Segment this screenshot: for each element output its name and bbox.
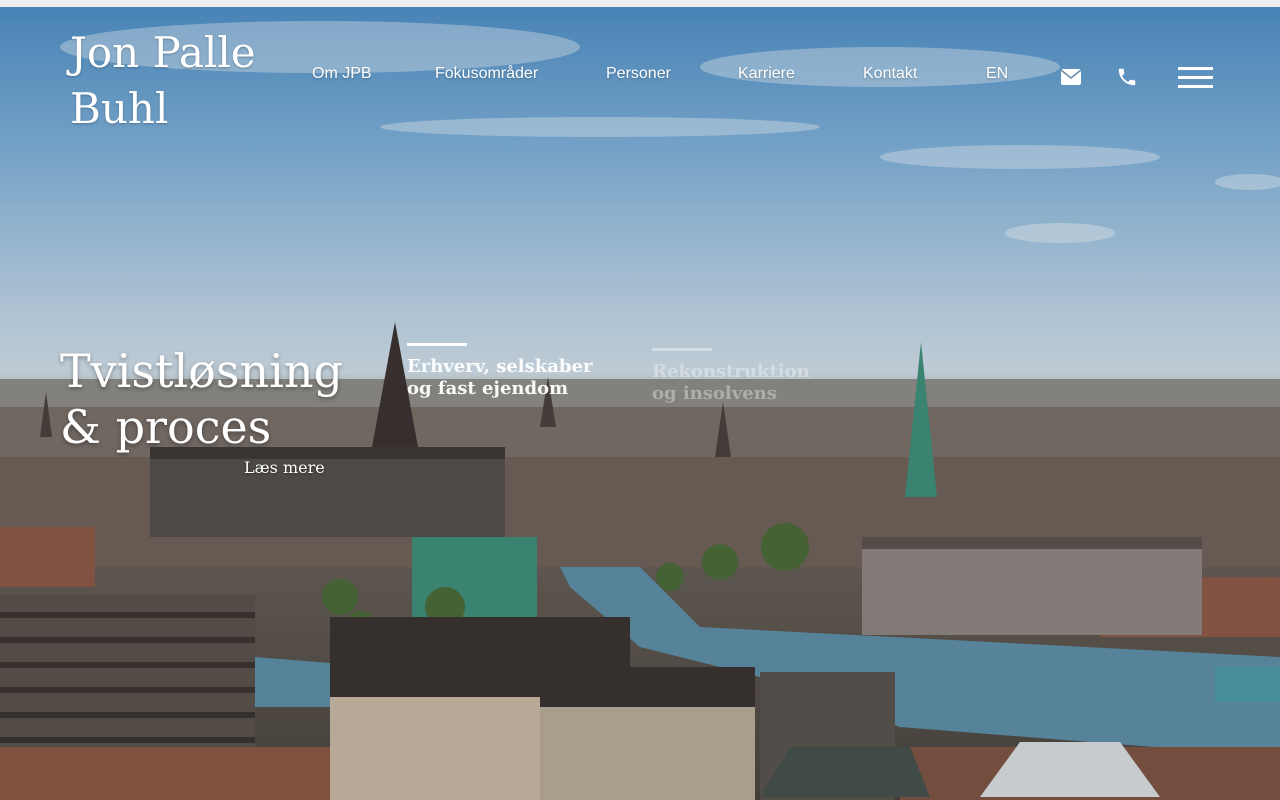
site-logo[interactable]: Jon Palle Buhl [70,25,290,137]
nav-item-language-en[interactable]: EN [986,65,1008,83]
top-strip [0,0,1280,7]
nav-item-personer[interactable]: Personer [606,65,671,83]
hero-title: Tvistløsning & proces [60,343,343,455]
slide-tab-label-line-1: Erhverv, selskaber [407,356,593,377]
slide-tab-indicator [652,348,712,351]
logo-line-2: Buhl [70,84,169,133]
hamburger-menu-icon[interactable] [1178,66,1213,95]
hero-section: Jon Palle Buhl Om JPB Fokusområder Perso… [0,7,1280,800]
envelope-icon[interactable] [1060,68,1082,91]
slide-tab-erhverv[interactable]: Erhverv, selskaber og fast ejendom [407,343,592,400]
nav-item-karriere[interactable]: Karriere [738,65,795,83]
hero-title-line-2: & proces [60,400,272,454]
slide-tab-label-line-1: Rekonstruktion [652,361,810,382]
read-more-link[interactable]: Læs mere [244,458,325,477]
nav-item-kontakt[interactable]: Kontakt [863,65,917,83]
nav-item-fokusomrader[interactable]: Fokusområder [435,65,538,83]
page: Jon Palle Buhl Om JPB Fokusområder Perso… [0,0,1280,800]
slide-tab-label-line-2: og fast ejendom [407,378,569,399]
slide-tab-rekonstruktion[interactable]: Rekonstruktion og insolvens [652,348,810,405]
phone-icon[interactable] [1116,66,1138,93]
logo-line-1: Jon Palle [70,28,256,77]
nav-item-om-jpb[interactable]: Om JPB [312,65,372,83]
slide-tab-label-line-2: og insolvens [652,383,777,404]
hero-title-line-1: Tvistløsning [60,344,343,398]
slide-tab-indicator [407,343,467,346]
